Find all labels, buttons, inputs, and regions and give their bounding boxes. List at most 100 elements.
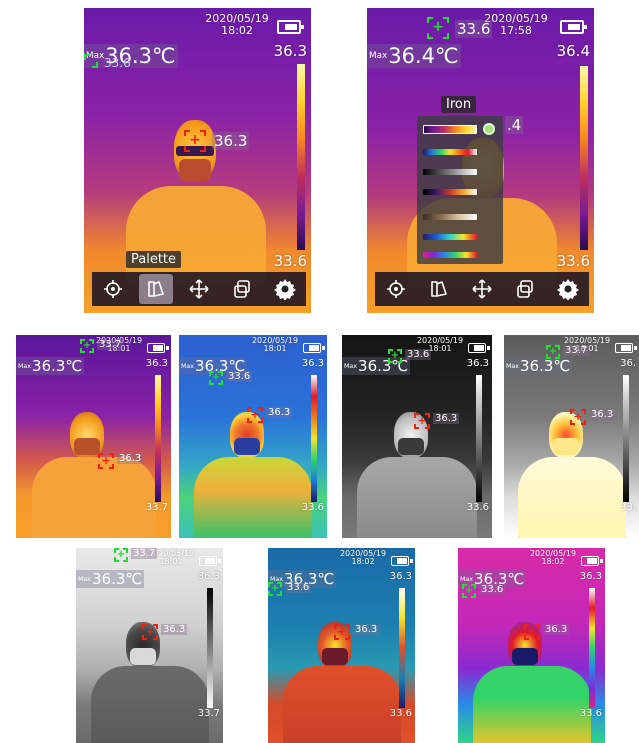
scale-max: 36. (620, 358, 636, 369)
date-time: 2020/05/19 18:01 (251, 336, 299, 354)
date-time: 2020/05/19 18:02 (339, 549, 387, 567)
scale-min: 33.7 (145, 502, 168, 513)
thermal-screen-7: 2020/05/19 18:01 Max36.3℃ + 33.7 + 36.3 3… (76, 548, 223, 743)
max-temp-label: Max36.3℃ (504, 357, 573, 375)
min-cursor: + (546, 345, 560, 359)
scale-min: 33. (620, 502, 636, 513)
palette-option[interactable] (423, 169, 477, 175)
min-reading: 33.7 (563, 345, 590, 356)
palette-menu-title: Iron (441, 96, 477, 113)
max-temp-label: Max36.4℃ (367, 44, 461, 68)
max-reading: 36.3 (353, 624, 380, 635)
scale-max: 36.4 (556, 42, 590, 60)
palette-button[interactable] (139, 274, 174, 304)
palette-option[interactable] (423, 234, 477, 240)
scale-max: 36.3 (389, 571, 412, 582)
settings-button[interactable] (551, 274, 585, 304)
scale-min: 33.6 (556, 252, 590, 270)
date-time: 2020/05/19 18:02 (205, 12, 269, 37)
max-cursor: + (98, 453, 114, 469)
battery-icon (277, 20, 304, 34)
min-reading: 33.7 (131, 548, 158, 559)
thermal-screen-3: 2020/05/19 18:01 Max36.3℃ + 33.7 + 36.3 3… (16, 335, 171, 538)
max-reading: 36.3 (117, 453, 144, 464)
min-reading: 33.7 (97, 339, 124, 350)
color-scale-bar (311, 375, 317, 502)
target-icon (104, 280, 123, 298)
gear-icon (556, 279, 579, 300)
color-scale-bar (580, 66, 588, 250)
max-reading: 36.3 (266, 407, 293, 418)
thermal-screen-1: 2020/05/19 18:02 Max36.3℃ 33.6 + 36.3 36.… (84, 8, 311, 313)
color-scale-bar (476, 375, 482, 502)
move-button[interactable] (465, 274, 499, 304)
palette-option[interactable] (423, 252, 477, 258)
max-temp-label: Max36.3℃ (16, 357, 85, 375)
max-cursor: + (414, 413, 430, 429)
tooltip-palette: Palette (126, 251, 182, 268)
palette-option[interactable] (423, 125, 477, 134)
max-reading: 36.3 (433, 413, 460, 424)
max-cursor: + (524, 624, 540, 640)
min-cursor: + (80, 339, 94, 353)
palette-icon (148, 281, 164, 297)
battery-icon (581, 556, 603, 566)
target-icon (387, 280, 406, 298)
settings-button[interactable] (268, 274, 302, 304)
scale-max: 36.3 (145, 358, 168, 369)
bottom-toolbar (375, 272, 589, 306)
thermal-screen-2: 2020/05/19 17:58 + 33.6 Max36.4℃ 36.4 33.… (367, 8, 594, 313)
layers-button[interactable] (508, 274, 542, 304)
palette-option[interactable] (423, 149, 477, 155)
battery-icon (303, 343, 325, 353)
color-scale-bar (623, 375, 629, 502)
color-scale-bar (589, 588, 595, 708)
bottom-toolbar (92, 272, 306, 306)
scale-min: 33.6 (273, 252, 307, 270)
move-button[interactable] (182, 274, 216, 304)
palette-button[interactable] (422, 274, 456, 304)
color-scale-bar (399, 588, 405, 708)
thermal-screen-5: 2020/05/19 18:01 Max36.3℃ + 33.6 + 36.3 3… (342, 335, 492, 538)
max-reading: 36.3 (212, 132, 250, 150)
move-icon (472, 279, 492, 299)
battery-icon (391, 556, 413, 566)
scale-min: 33.6 (389, 708, 412, 719)
scale-min: 33.6 (301, 502, 324, 513)
max-reading: 36.3 (589, 409, 616, 420)
min-cursor: + (209, 371, 223, 385)
scale-max: 36.3 (197, 571, 220, 582)
scale-min: 33.7 (197, 708, 220, 719)
scale-min: 33.6 (466, 502, 489, 513)
scale-max: 36.3 (273, 42, 307, 60)
target-button[interactable] (96, 274, 130, 304)
thermal-screen-8: 2020/05/19 18:02 Max36.3℃ + 33.6 + 36.3 3… (268, 548, 415, 743)
scale-min: 33.6 (579, 708, 602, 719)
layers-button[interactable] (225, 274, 259, 304)
min-reading: 33.6 (285, 582, 312, 593)
palette-menu (417, 116, 503, 264)
max-reading: 36.3 (161, 624, 188, 635)
palette-option[interactable] (423, 189, 477, 195)
palette-option[interactable] (423, 214, 477, 220)
gear-icon (273, 279, 296, 300)
battery-icon (147, 343, 169, 353)
min-reading: 33.6 (104, 56, 131, 70)
thermal-screen-9: 2020/05/19 18:02 Max36.3℃ + 33.6 + 36.3 3… (458, 548, 605, 743)
min-reading: 33.6 (226, 371, 253, 382)
battery-icon (615, 343, 637, 353)
max-cursor: + (184, 130, 206, 152)
min-reading: 33.6 (479, 584, 506, 595)
target-button[interactable] (379, 274, 413, 304)
move-icon (189, 279, 209, 299)
battery-icon (468, 343, 490, 353)
layers-icon (516, 280, 533, 298)
color-scale-bar (207, 588, 213, 708)
min-cursor (84, 54, 98, 68)
max-reading: 36.3 (543, 624, 570, 635)
palette-icon (431, 281, 447, 297)
color-scale-bar (297, 64, 305, 250)
min-cursor: + (427, 17, 449, 39)
color-scale-bar (155, 375, 161, 502)
min-cursor: + (114, 548, 128, 562)
